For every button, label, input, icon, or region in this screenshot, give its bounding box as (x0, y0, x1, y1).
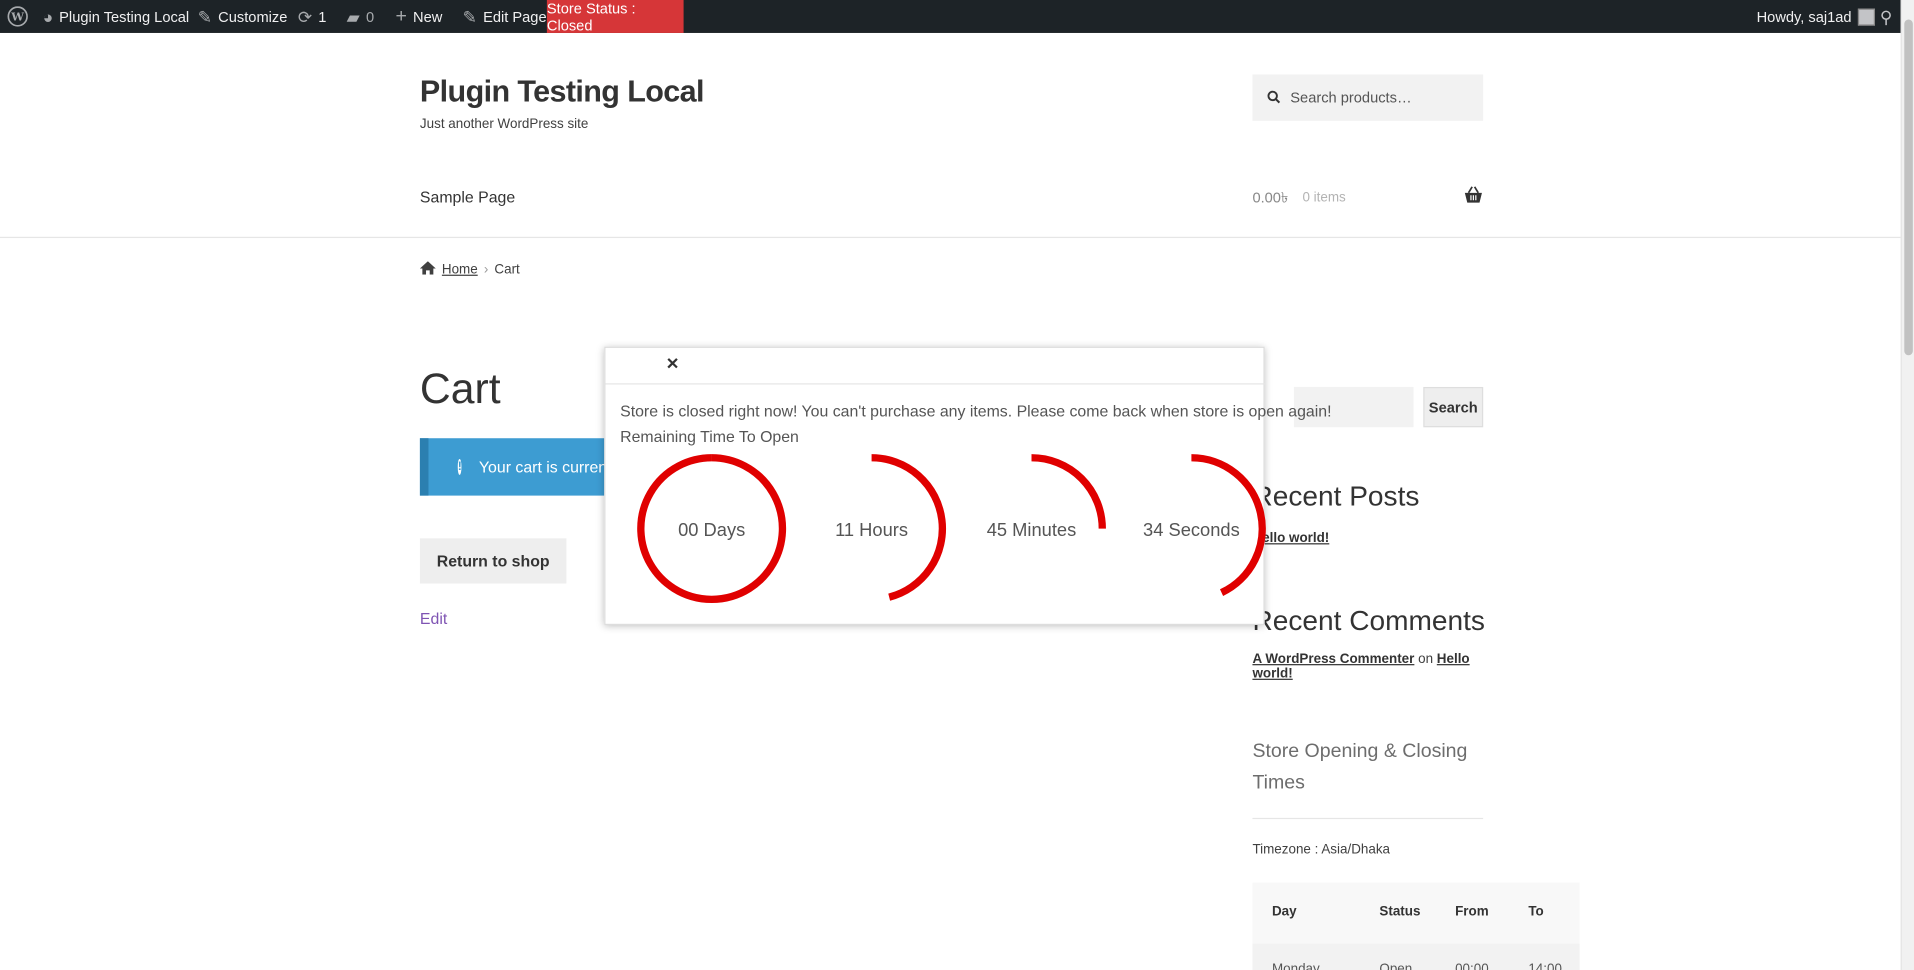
dashboard-icon: ◕ (42, 6, 54, 27)
admin-bar-site-name[interactable]: ◕ Plugin Testing Local (43, 0, 189, 33)
admin-search-icon[interactable]: ⚲ (1880, 0, 1893, 33)
cart-empty-text: Your cart is currently empty. (478, 457, 615, 477)
page-scrollbar[interactable] (1900, 0, 1914, 970)
table-cell-day: Monday (1271, 961, 1320, 970)
days-timer-label: 00 Days (678, 520, 746, 541)
store-status-badge[interactable]: Store Status : Closed (546, 0, 684, 34)
store-times-divider (1252, 817, 1484, 820)
cart-items-count[interactable]: 0 items (1302, 190, 1345, 205)
comment-on-text: on (1418, 651, 1434, 667)
admin-bar: W ◕ Plugin Testing Local ✎ Customize ⟳ 1… (0, 0, 1914, 34)
admin-bar-account[interactable]: Howdy, saj1ad (1757, 0, 1875, 33)
header-divider (0, 236, 1901, 239)
product-search-input[interactable]: Search products… (1252, 74, 1484, 121)
basket-icon[interactable] (1464, 186, 1484, 206)
site-title[interactable]: Plugin Testing Local (420, 74, 705, 109)
pencil-icon: ✎ (462, 6, 477, 27)
modal-header-divider (605, 383, 1266, 385)
scrollbar-thumb[interactable] (1904, 19, 1913, 356)
return-to-shop-button[interactable]: Return to shop (419, 538, 567, 584)
close-icon[interactable]: × (664, 352, 681, 375)
customize-label: Customize (218, 7, 288, 26)
search-placeholder: Search products… (1290, 89, 1412, 107)
new-label: New (413, 7, 443, 26)
admin-bar-customize[interactable]: ✎ Customize (198, 0, 288, 33)
admin-bar-new[interactable]: + New (396, 0, 443, 33)
breadcrumb-current: Cart (494, 262, 520, 278)
hours-timer-label: 11 Hours (835, 520, 909, 541)
table-cell-status: Open (1379, 961, 1413, 970)
site-name-label: Plugin Testing Local (59, 7, 190, 26)
admin-bar-updates[interactable]: ⟳ 1 (298, 0, 327, 33)
page: W ◕ Plugin Testing Local ✎ Customize ⟳ 1… (0, 0, 1914, 970)
store-times-title: Store Opening & Closing Times (1252, 740, 1468, 794)
info-icon: ! (457, 458, 462, 475)
store-closed-message: Store is closed right now! You can't pur… (620, 401, 1332, 420)
comment-author-link[interactable]: A WordPress Commenter (1252, 652, 1414, 667)
admin-bar-edit-page[interactable]: ✎ Edit Page (463, 0, 547, 33)
recent-comments-title: Recent Comments (1252, 604, 1485, 636)
table-cell-to: 14:00 (1528, 961, 1562, 970)
table-cell-from: 00:00 (1455, 961, 1489, 970)
store-hours-table: Day Status From To Monday Open 00:00 14:… (1252, 882, 1580, 970)
nav-item-sample-page[interactable]: Sample Page (420, 188, 515, 206)
admin-bar-comments[interactable]: ▰ 0 (347, 0, 374, 33)
table-header-from: From (1455, 904, 1489, 920)
site-tagline: Just another WordPress site (419, 117, 589, 132)
sidebar-search-button[interactable]: Search (1423, 386, 1484, 428)
table-header-status: Status (1379, 904, 1421, 920)
breadcrumb-home-link[interactable]: Home (442, 262, 478, 277)
recent-comment-item: A WordPress Commenter on Hello world! (1252, 652, 1483, 681)
cart-amount[interactable]: 0.00৳ (1252, 188, 1288, 212)
edit-link[interactable]: Edit (420, 609, 447, 627)
edit-page-label: Edit Page (483, 7, 547, 26)
seconds-timer-label: 34 Seconds (1143, 520, 1240, 541)
breadcrumb-separator: › (483, 262, 489, 278)
wordpress-logo-icon[interactable]: W (7, 0, 28, 33)
page-title: Cart (419, 364, 501, 413)
brush-icon: ✎ (197, 6, 213, 27)
table-header-day: Day (1271, 904, 1297, 920)
comment-icon: ▰ (346, 6, 360, 27)
home-icon (419, 261, 436, 278)
howdy-label: Howdy, saj1ad (1756, 7, 1852, 26)
timezone-label: Timezone : Asia/Dhaka (1252, 842, 1391, 857)
store-status-label: Store Status : Closed (546, 0, 636, 34)
comments-count: 0 (365, 7, 375, 26)
breadcrumb: Home › Cart (419, 261, 520, 278)
recent-posts-title: Recent Posts (1252, 479, 1420, 512)
minutes-progress-arc (1031, 454, 1106, 529)
remaining-time-label: Remaining Time To Open (620, 427, 799, 446)
plus-icon: + (395, 5, 407, 27)
avatar (1857, 7, 1875, 26)
updates-count: 1 (318, 7, 327, 26)
search-icon (1267, 89, 1281, 107)
updates-icon: ⟳ (297, 6, 313, 27)
cart-empty-notice: ! Your cart is currently empty. (419, 438, 616, 496)
svg-text:W: W (10, 10, 24, 24)
minutes-timer-label: 45 Minutes (986, 520, 1077, 541)
table-header-to: To (1528, 904, 1544, 920)
